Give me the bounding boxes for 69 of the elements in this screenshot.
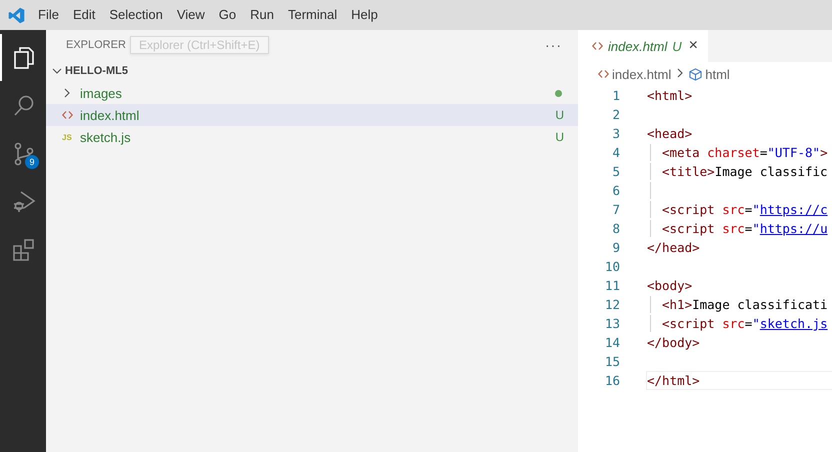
line-number: 9 (611, 240, 620, 255)
app-logo-icon (8, 6, 24, 24)
file-name: sketch.js (80, 130, 132, 144)
menu-item[interactable]: Selection (102, 0, 170, 30)
line-number: 7 (611, 202, 620, 217)
run-debug-icon (12, 190, 36, 214)
code-line: </body> (647, 335, 700, 350)
git-status: U (672, 38, 682, 54)
code-line: <script src="https://u (661, 221, 828, 236)
line-number: 1 (611, 88, 620, 103)
line-number: 12 (604, 297, 620, 312)
code-line: <body> (647, 278, 692, 293)
html-file-icon (592, 42, 603, 50)
menu-item[interactable]: Edit (66, 0, 102, 30)
breadcrumb-item[interactable]: html (705, 66, 730, 82)
count-badge: 9 (25, 155, 39, 169)
activity-bar-button[interactable]: 9 (0, 130, 46, 177)
code-line: <h1>Image classificati (661, 297, 828, 312)
branch-icon (12, 142, 36, 166)
git-status: U (555, 108, 564, 122)
line-number: 2 (611, 107, 620, 122)
cube-icon (689, 68, 702, 80)
file-name: images (80, 86, 123, 100)
chevron-icon (52, 66, 62, 76)
code-line: <meta charset="UTF-8"> (661, 145, 828, 160)
menu-item[interactable]: Run (243, 0, 281, 30)
extensions-icon (12, 238, 36, 262)
more-actions[interactable]: ··· (545, 37, 562, 53)
git-status: U (555, 130, 564, 144)
line-number: 16 (604, 373, 620, 388)
breadcrumb-item[interactable]: index.html (612, 66, 672, 82)
line-number: 3 (611, 126, 620, 141)
line-number: 4 (611, 145, 620, 160)
line-number: 5 (611, 164, 620, 179)
line-number: 8 (611, 221, 620, 236)
close-button[interactable]: × (686, 38, 700, 54)
folder-name[interactable]: HELLO-ML5 (65, 65, 128, 77)
line-number: 15 (604, 354, 620, 369)
sidebar-title: EXPLORER (66, 39, 126, 51)
code-line: </head> (647, 240, 700, 255)
menu-item[interactable]: File (31, 0, 66, 30)
chevron-icon (675, 68, 686, 78)
code-line: <script src="https://c (661, 202, 828, 217)
code-line: <title>Image classific (661, 164, 828, 179)
file-type-label: JS (62, 132, 72, 142)
menu-item[interactable]: View (170, 0, 212, 30)
file-tree-item[interactable]: index.html U (46, 104, 578, 126)
html-file-icon (598, 70, 609, 78)
code-line: <head> (647, 126, 692, 141)
line-number: 11 (604, 278, 620, 293)
menu-item[interactable]: Go (212, 0, 244, 30)
chevron-icon (62, 88, 72, 98)
file-tree-item[interactable]: images (46, 82, 578, 104)
code-line: </html> (647, 373, 700, 388)
html-file-icon (62, 111, 73, 119)
menu-item[interactable]: Terminal (281, 0, 344, 30)
line-number: 10 (604, 259, 620, 274)
files-icon (12, 46, 36, 70)
line-number: 14 (604, 335, 620, 350)
code-line: <script src="sketch.js (661, 316, 828, 331)
menu-item[interactable]: Help (344, 0, 385, 30)
search-icon (12, 94, 36, 118)
file-tree-item[interactable]: JS sketch.js U (46, 126, 578, 148)
editor-tab[interactable]: index.html U × (578, 30, 708, 62)
code-line: <html> (647, 88, 692, 103)
line-number: 6 (611, 183, 620, 198)
file-name: index.html (80, 108, 140, 122)
tab-title: index.html (608, 38, 668, 54)
line-number: 13 (604, 316, 620, 331)
